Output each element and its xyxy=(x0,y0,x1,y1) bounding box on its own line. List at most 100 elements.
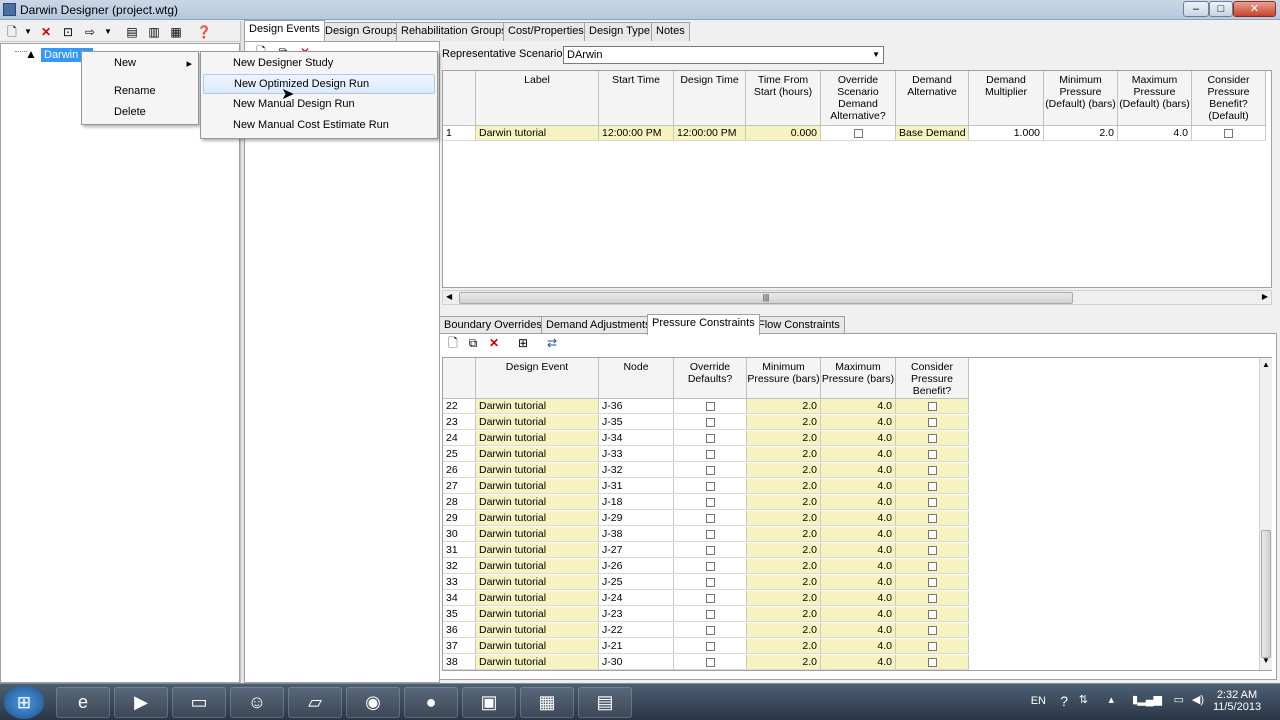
cell-override-defaults[interactable] xyxy=(674,463,747,478)
menu-item-new-designer-study[interactable]: New Designer Study xyxy=(203,54,435,74)
column-header[interactable]: Consider Pressure Benefit? (Default) xyxy=(1192,71,1266,126)
cell-override-defaults[interactable] xyxy=(674,431,747,446)
cell-min-pressure[interactable]: 2.0 xyxy=(747,527,821,542)
cell-max-pressure[interactable]: 4.0 xyxy=(821,591,896,606)
cell-node[interactable]: J-22 xyxy=(599,623,674,638)
minimize-button[interactable]: – xyxy=(1183,1,1209,17)
menu-item-new-optimized-design-run[interactable]: New Optimized Design Run xyxy=(203,74,435,94)
row-number[interactable]: 37 xyxy=(443,639,476,654)
cell-max-pressure[interactable]: 4.0 xyxy=(1118,126,1192,141)
checkbox[interactable] xyxy=(927,657,937,667)
show-hidden-icon[interactable]: ▴ xyxy=(1108,693,1114,706)
cell-node[interactable]: J-36 xyxy=(599,399,674,414)
cell-override-defaults[interactable] xyxy=(674,479,747,494)
cell-min-pressure[interactable]: 2.0 xyxy=(747,447,821,462)
row-number[interactable]: 33 xyxy=(443,575,476,590)
cell-consider-benefit[interactable] xyxy=(896,511,969,526)
tab-pressure-constraints[interactable]: Pressure Constraints xyxy=(647,314,760,335)
cell-override-defaults[interactable] xyxy=(674,607,747,622)
close-button[interactable]: ✕ xyxy=(1233,1,1276,17)
cell-max-pressure[interactable]: 4.0 xyxy=(821,479,896,494)
column-header[interactable]: Design Time xyxy=(674,71,746,126)
row-number[interactable]: 26 xyxy=(443,463,476,478)
cell-design-event[interactable]: Darwin tutorial xyxy=(476,527,599,542)
column-header[interactable]: Time From Start (hours) xyxy=(746,71,821,126)
column-header[interactable]: Demand Multiplier xyxy=(969,71,1044,126)
checkbox[interactable] xyxy=(927,641,937,651)
cell-min-pressure[interactable]: 2.0 xyxy=(747,415,821,430)
column-header[interactable]: Node xyxy=(599,358,674,399)
cell-min-pressure[interactable]: 2.0 xyxy=(747,479,821,494)
checkbox[interactable] xyxy=(927,593,937,603)
cell-min-pressure[interactable]: 2.0 xyxy=(747,559,821,574)
cell-consider-benefit[interactable] xyxy=(896,607,969,622)
cell-design-event[interactable]: Darwin tutorial xyxy=(476,495,599,510)
row-number[interactable]: 31 xyxy=(443,543,476,558)
run-icon[interactable]: ⇨ xyxy=(82,24,98,40)
waterbench-icon[interactable]: ▣ xyxy=(462,687,516,718)
menu-item-rename[interactable]: Rename xyxy=(84,82,196,102)
cell-override-defaults[interactable] xyxy=(674,623,747,638)
row-number[interactable]: 23 xyxy=(443,415,476,430)
cell-min-pressure[interactable]: 2.0 xyxy=(747,511,821,526)
menu-item-delete[interactable]: Delete xyxy=(84,103,196,123)
checkbox[interactable] xyxy=(705,401,715,411)
app-icon[interactable]: ☺ xyxy=(230,687,284,718)
cell-node[interactable]: J-26 xyxy=(599,559,674,574)
files-icon[interactable]: ▤ xyxy=(578,687,632,718)
checkbox[interactable] xyxy=(927,529,937,539)
cell-max-pressure[interactable]: 4.0 xyxy=(821,463,896,478)
column-header[interactable]: Minimum Pressure (Default) (bars) xyxy=(1044,71,1118,126)
cell-start-time[interactable]: 12:00:00 PM xyxy=(599,126,674,141)
scroll-up-icon[interactable]: ▲ xyxy=(1262,360,1270,369)
new-icon[interactable]: 🗋 xyxy=(4,24,20,40)
cell-min-pressure[interactable]: 2.0 xyxy=(747,591,821,606)
cell-node[interactable]: J-24 xyxy=(599,591,674,606)
column-header[interactable]: Override Scenario Demand Alternative? xyxy=(821,71,896,126)
cell-max-pressure[interactable]: 4.0 xyxy=(821,527,896,542)
column-header[interactable]: Demand Alternative xyxy=(896,71,969,126)
row-number[interactable]: 29 xyxy=(443,511,476,526)
cell-node[interactable]: J-35 xyxy=(599,415,674,430)
help-icon[interactable]: ❓ xyxy=(196,24,212,40)
cell-consider-benefit[interactable] xyxy=(896,479,969,494)
column-header[interactable]: Maximum Pressure (bars) xyxy=(821,358,896,399)
cell-min-pressure[interactable]: 2.0 xyxy=(1044,126,1118,141)
cell-max-pressure[interactable]: 4.0 xyxy=(821,495,896,510)
recorder-icon[interactable]: ● xyxy=(404,687,458,718)
column-header[interactable]: Start Time xyxy=(599,71,674,126)
cell-consider-benefit[interactable] xyxy=(896,623,969,638)
cell-consider-benefit[interactable] xyxy=(896,399,969,414)
column-header[interactable]: Override Defaults? xyxy=(674,358,747,399)
cell-node[interactable]: J-34 xyxy=(599,431,674,446)
cell-override-defaults[interactable] xyxy=(674,543,747,558)
checkbox[interactable] xyxy=(705,657,715,667)
menu-item-new[interactable]: New ▸ xyxy=(84,54,196,74)
tab-rehabilitation-groups[interactable]: Rehabilitation Groups xyxy=(396,22,512,41)
cell-override-defaults[interactable] xyxy=(674,511,747,526)
volume-icon[interactable]: ◀) xyxy=(1192,693,1204,706)
tab-design-type[interactable]: Design Type xyxy=(584,22,655,41)
cell-min-pressure[interactable]: 2.0 xyxy=(747,543,821,558)
cell-override-defaults[interactable] xyxy=(674,415,747,430)
checkbox[interactable] xyxy=(927,609,937,619)
cell-max-pressure[interactable]: 4.0 xyxy=(821,607,896,622)
folder-icon[interactable]: ▱ xyxy=(288,687,342,718)
cell-override-defaults[interactable] xyxy=(674,527,747,542)
cell-override-scenario[interactable] xyxy=(821,126,896,141)
excel-icon[interactable]: ▦ xyxy=(520,687,574,718)
cell-node[interactable]: J-29 xyxy=(599,511,674,526)
column-header[interactable]: Minimum Pressure (bars) xyxy=(747,358,821,399)
checkbox[interactable] xyxy=(705,641,715,651)
checkbox[interactable] xyxy=(927,401,937,411)
row-number[interactable]: 38 xyxy=(443,655,476,670)
checkbox[interactable] xyxy=(705,529,715,539)
cell-min-pressure[interactable]: 2.0 xyxy=(747,431,821,446)
checkbox[interactable] xyxy=(927,625,937,635)
dropdown-arrow-icon[interactable]: ▼ xyxy=(20,24,36,40)
cell-max-pressure[interactable]: 4.0 xyxy=(821,415,896,430)
checkbox[interactable] xyxy=(927,513,937,523)
scroll-right-icon[interactable]: ▶ xyxy=(1262,292,1268,301)
cell-min-pressure[interactable]: 2.0 xyxy=(747,495,821,510)
cell-label[interactable]: Darwin tutorial xyxy=(476,126,599,141)
